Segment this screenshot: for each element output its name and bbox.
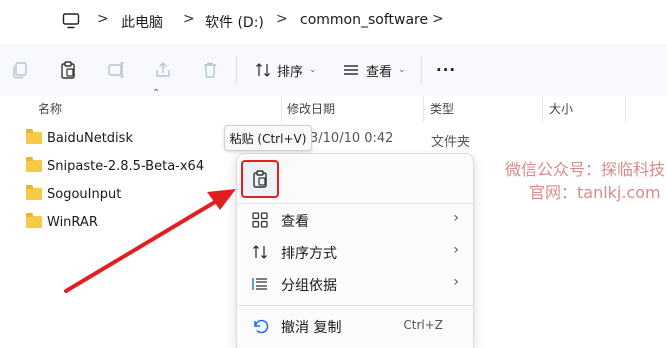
breadcrumb-chevron[interactable]: > xyxy=(276,11,288,27)
delete-icon[interactable] xyxy=(200,60,220,80)
breadcrumb-chevron[interactable]: > xyxy=(183,11,195,27)
view-label: 查看 xyxy=(366,64,393,80)
paste-icon[interactable] xyxy=(58,60,78,80)
view-button[interactable]: 查看 ⌄ xyxy=(342,60,406,80)
rename-icon[interactable] xyxy=(106,60,126,80)
menu-item-group-by[interactable]: 分组依据 › xyxy=(237,268,473,300)
toolbar-divider xyxy=(236,56,237,84)
folder-icon xyxy=(26,157,42,172)
paste-icon xyxy=(253,170,267,188)
sort-icon xyxy=(253,245,267,259)
file-name: WinRAR xyxy=(47,214,98,230)
list-item[interactable]: Snipaste-2.8.5-Beta-x64 xyxy=(26,155,204,177)
chevron-right-icon: › xyxy=(453,210,459,226)
folder-icon xyxy=(26,185,42,200)
computer-icon[interactable] xyxy=(62,12,80,30)
chevron-right-icon: › xyxy=(453,242,459,258)
column-divider[interactable] xyxy=(542,96,543,122)
toolbar-divider xyxy=(421,56,422,84)
file-type: 文件夹 xyxy=(431,135,471,150)
copy-icon[interactable] xyxy=(10,60,30,80)
paste-tooltip: 粘贴 (Ctrl+V) xyxy=(224,125,312,151)
watermark-wechat: 微信公众号：探临科技 xyxy=(505,160,666,179)
chevron-down-icon: ⌄ xyxy=(398,65,406,75)
chevron-down-icon: ⌄ xyxy=(309,65,317,75)
menu-item-label: 排序方式 xyxy=(281,246,337,262)
watermark-website: 官网：tanlkj.com xyxy=(529,183,661,202)
paste-button[interactable] xyxy=(241,160,279,198)
breadcrumb-common-software[interactable]: common_software xyxy=(300,12,428,28)
context-menu: 查看 › 排序方式 › 分组依据 › 撤消 复制 Ctrl+Z xyxy=(236,153,474,348)
breadcrumb-drive-d[interactable]: 软件 (D:) xyxy=(205,12,264,32)
menu-item-sort-by[interactable]: 排序方式 › xyxy=(237,236,473,268)
file-name: Snipaste-2.8.5-Beta-x64 xyxy=(47,158,205,174)
undo-icon xyxy=(254,319,269,334)
column-header-modified[interactable]: 修改日期 xyxy=(287,100,335,117)
menu-item-label: 查看 xyxy=(281,214,309,230)
menu-item-shortcut: Ctrl+Z xyxy=(403,318,443,332)
column-header-size[interactable]: 大小 xyxy=(549,100,573,117)
menu-item-undo-copy[interactable]: 撤消 复制 Ctrl+Z xyxy=(237,310,473,342)
file-modified: 3/10/10 0:42 xyxy=(310,131,394,146)
column-header-type[interactable]: 类型 xyxy=(430,100,454,117)
grid-icon xyxy=(252,212,268,228)
sort-chevron-up-icon: ⌃ xyxy=(152,88,161,99)
list-view-icon xyxy=(344,65,358,75)
column-divider[interactable] xyxy=(625,96,626,122)
breadcrumb-this-pc[interactable]: 此电脑 xyxy=(121,12,163,32)
column-header-row: ⌃ 名称 修改日期 类型 大小 xyxy=(0,88,667,122)
address-bar: > 此电脑 > 软件 (D:) > common_software > xyxy=(0,0,667,44)
folder-icon xyxy=(26,129,42,144)
list-item[interactable]: SogouInput xyxy=(26,183,121,205)
sort-button[interactable]: 排序 ⌄ xyxy=(254,60,317,80)
column-header-name[interactable]: 名称 xyxy=(38,100,62,117)
sort-label: 排序 xyxy=(277,64,304,80)
file-name: SogouInput xyxy=(47,186,122,202)
command-bar: 排序 ⌄ 查看 ⌄ ··· xyxy=(0,44,667,97)
menu-item-label: 撤消 复制 xyxy=(281,320,342,336)
share-icon[interactable] xyxy=(153,60,173,80)
sort-icon xyxy=(256,63,270,77)
file-name: BaiduNetdisk xyxy=(47,130,133,146)
column-divider[interactable] xyxy=(281,96,282,122)
more-options-button[interactable]: ··· xyxy=(436,60,456,80)
column-divider[interactable] xyxy=(423,96,424,122)
menu-divider xyxy=(237,305,473,306)
list-item[interactable]: WinRAR xyxy=(26,211,98,233)
group-icon xyxy=(252,278,267,290)
folder-icon xyxy=(26,213,42,228)
breadcrumb-chevron[interactable]: > xyxy=(97,11,109,27)
chevron-right-icon: › xyxy=(453,274,459,290)
menu-item-view[interactable]: 查看 › xyxy=(237,204,473,236)
menu-item-label: 分组依据 xyxy=(281,278,337,294)
list-item[interactable]: BaiduNetdisk xyxy=(26,127,133,149)
breadcrumb-chevron[interactable]: > xyxy=(432,11,444,27)
